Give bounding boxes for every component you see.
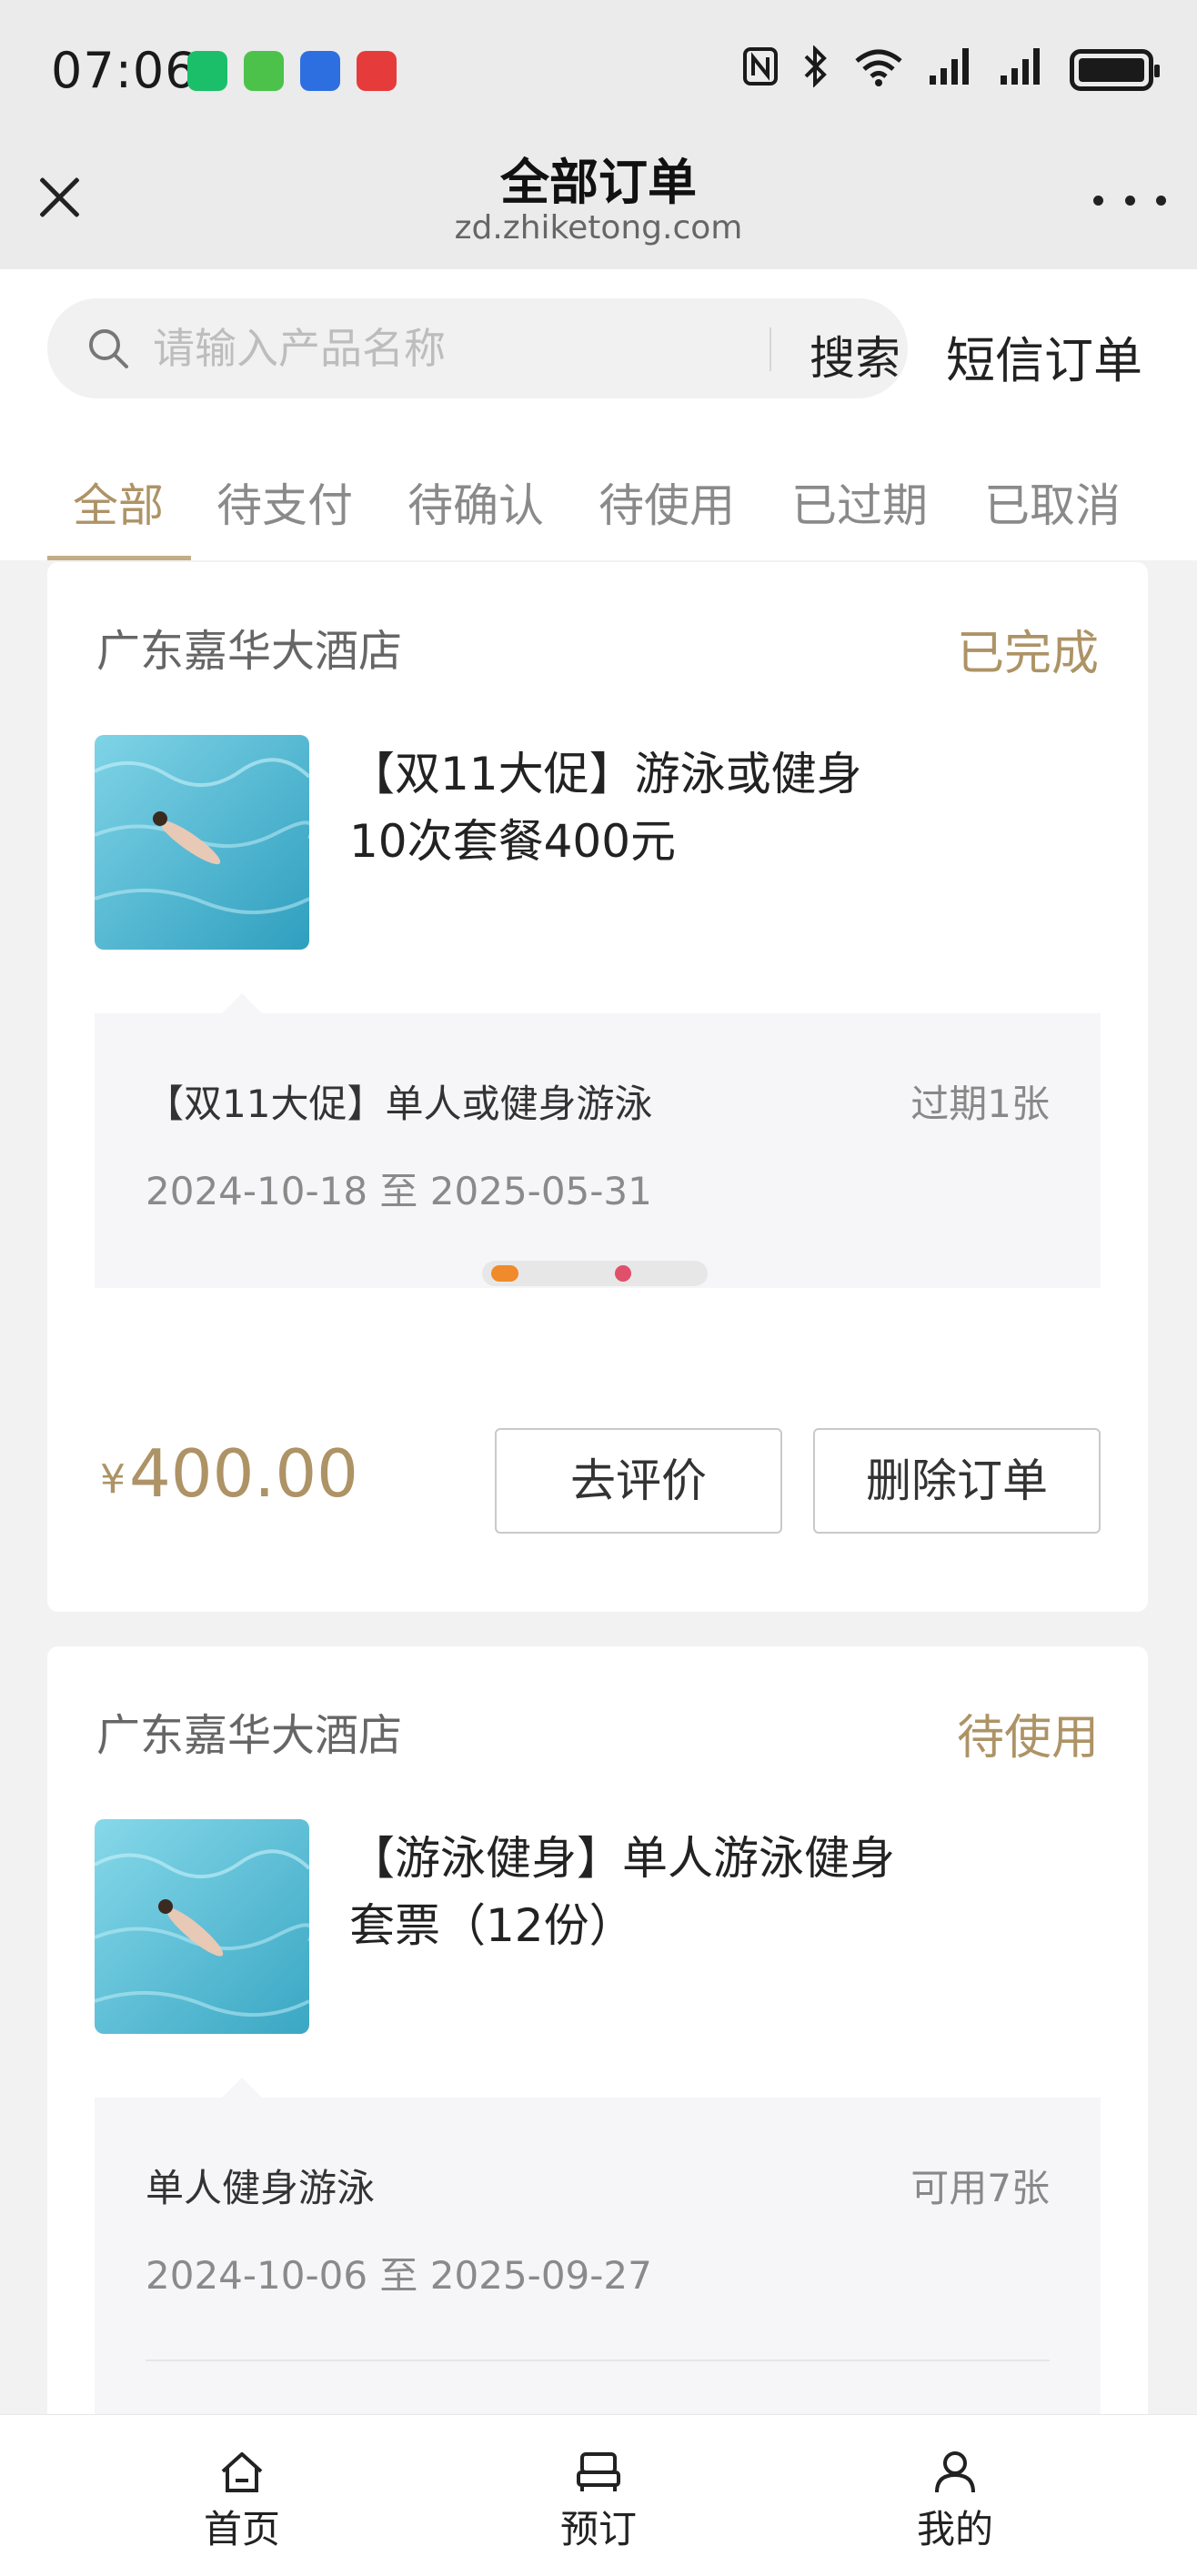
- page-domain: zd.zhiketong.com: [454, 209, 743, 247]
- delete-order-button[interactable]: 删除订单: [813, 1428, 1101, 1534]
- status-bar: 07:06: [0, 0, 1197, 136]
- store-name: 广东嘉华大酒店: [96, 1710, 403, 1761]
- order-status: 待使用: [956, 1711, 1099, 1766]
- nfc-icon: [742, 46, 779, 93]
- blue-app-icon: [300, 51, 340, 91]
- divider: [146, 2360, 1050, 2361]
- product-title[interactable]: 【双11大促】游泳或健身10次套餐400元: [349, 740, 895, 875]
- ticket-quantity: 过期1张: [910, 1082, 1050, 1126]
- search-divider: [770, 327, 771, 371]
- order-card[interactable]: 广东嘉华大酒店 待使用 【游泳健身】单人游泳健身套票（12份） 单人健身游泳 可…: [47, 1646, 1148, 2465]
- nav-home-label: 首页: [203, 2507, 280, 2551]
- tab-cancelled[interactable]: 已取消: [984, 469, 1121, 535]
- nav-profile-label: 我的: [916, 2507, 993, 2551]
- page-title: 全部订单: [500, 154, 697, 211]
- ticket-validity: 2024-10-18 至 2025-05-31: [146, 1169, 652, 1213]
- ticket-name: 单人健身游泳: [146, 2166, 376, 2210]
- more-icon[interactable]: [1093, 191, 1166, 209]
- search-bar: 搜索: [47, 298, 908, 398]
- search-button[interactable]: 搜索: [810, 322, 900, 387]
- ticket-name: 【双11大促】单人或健身游泳: [146, 1082, 653, 1126]
- active-tab-indicator: [47, 556, 191, 560]
- battery-icon: [1070, 48, 1160, 91]
- signal-icon: [928, 46, 975, 93]
- review-button[interactable]: 去评价: [495, 1428, 782, 1534]
- nav-booking[interactable]: 预订: [535, 2450, 662, 2554]
- product-thumbnail[interactable]: [95, 1819, 309, 2034]
- home-icon: [221, 2452, 263, 2492]
- watermark: [482, 1261, 708, 1286]
- status-time: 07:06: [51, 42, 197, 99]
- profile-icon: [935, 2451, 975, 2493]
- search-icon: [89, 329, 128, 368]
- ticket-detail: 单人健身游泳 可用7张 2024-10-06 至 2025-09-27: [95, 2078, 1101, 2461]
- nav-home[interactable]: 首页: [178, 2450, 306, 2554]
- nav-booking-label: 预订: [559, 2507, 637, 2551]
- product-title[interactable]: 【游泳健身】单人游泳健身套票（12份）: [349, 1825, 895, 1959]
- tab-all[interactable]: 全部: [73, 469, 164, 535]
- search-and-tabs: 搜索 短信订单 全部 待支付 待确认 待使用 已过期 已取消: [0, 269, 1197, 560]
- spreadsheet-app-icon: [244, 51, 284, 91]
- tab-expired[interactable]: 已过期: [791, 469, 928, 535]
- ticket-detail: 【双11大促】单人或健身游泳 过期1张 2024-10-18 至 2025-05…: [95, 993, 1101, 1288]
- signal-icon-2: [999, 46, 1046, 93]
- title-bar: 全部订单 zd.zhiketong.com: [0, 136, 1197, 269]
- product-thumbnail[interactable]: [95, 735, 309, 950]
- order-status: 已完成: [956, 627, 1099, 681]
- tab-pending-confirmation[interactable]: 待确认: [407, 469, 544, 535]
- tab-to-use[interactable]: 待使用: [598, 469, 735, 535]
- booking-icon: [577, 2452, 620, 2491]
- store-name: 广东嘉华大酒店: [96, 626, 403, 677]
- bluetooth-icon: [802, 45, 830, 94]
- huawei-app-icon: [357, 51, 397, 91]
- tab-pending-payment[interactable]: 待支付: [216, 469, 353, 535]
- order-tabs: 全部 待支付 待确认 待使用 已过期 已取消: [0, 433, 1197, 560]
- ticket-validity: 2024-10-06 至 2025-09-27: [146, 2253, 652, 2298]
- search-input[interactable]: [153, 322, 753, 375]
- order-price: ¥400.00: [100, 1435, 358, 1512]
- price-value: 400.00: [129, 1435, 358, 1512]
- wifi-icon: [853, 46, 904, 93]
- ticket-quantity: 可用7张: [910, 2166, 1050, 2210]
- sms-orders-button[interactable]: 短信订单: [946, 320, 1142, 392]
- nav-profile[interactable]: 我的: [891, 2450, 1019, 2554]
- order-card[interactable]: 广东嘉华大酒店 已完成 【双11大促】游泳或健身10次套餐400元 【双11大促…: [47, 562, 1148, 1612]
- bottom-nav: 首页 预订 我的: [0, 2414, 1197, 2576]
- mi-home-app-icon: [187, 51, 227, 91]
- currency-symbol: ¥: [100, 1456, 126, 1503]
